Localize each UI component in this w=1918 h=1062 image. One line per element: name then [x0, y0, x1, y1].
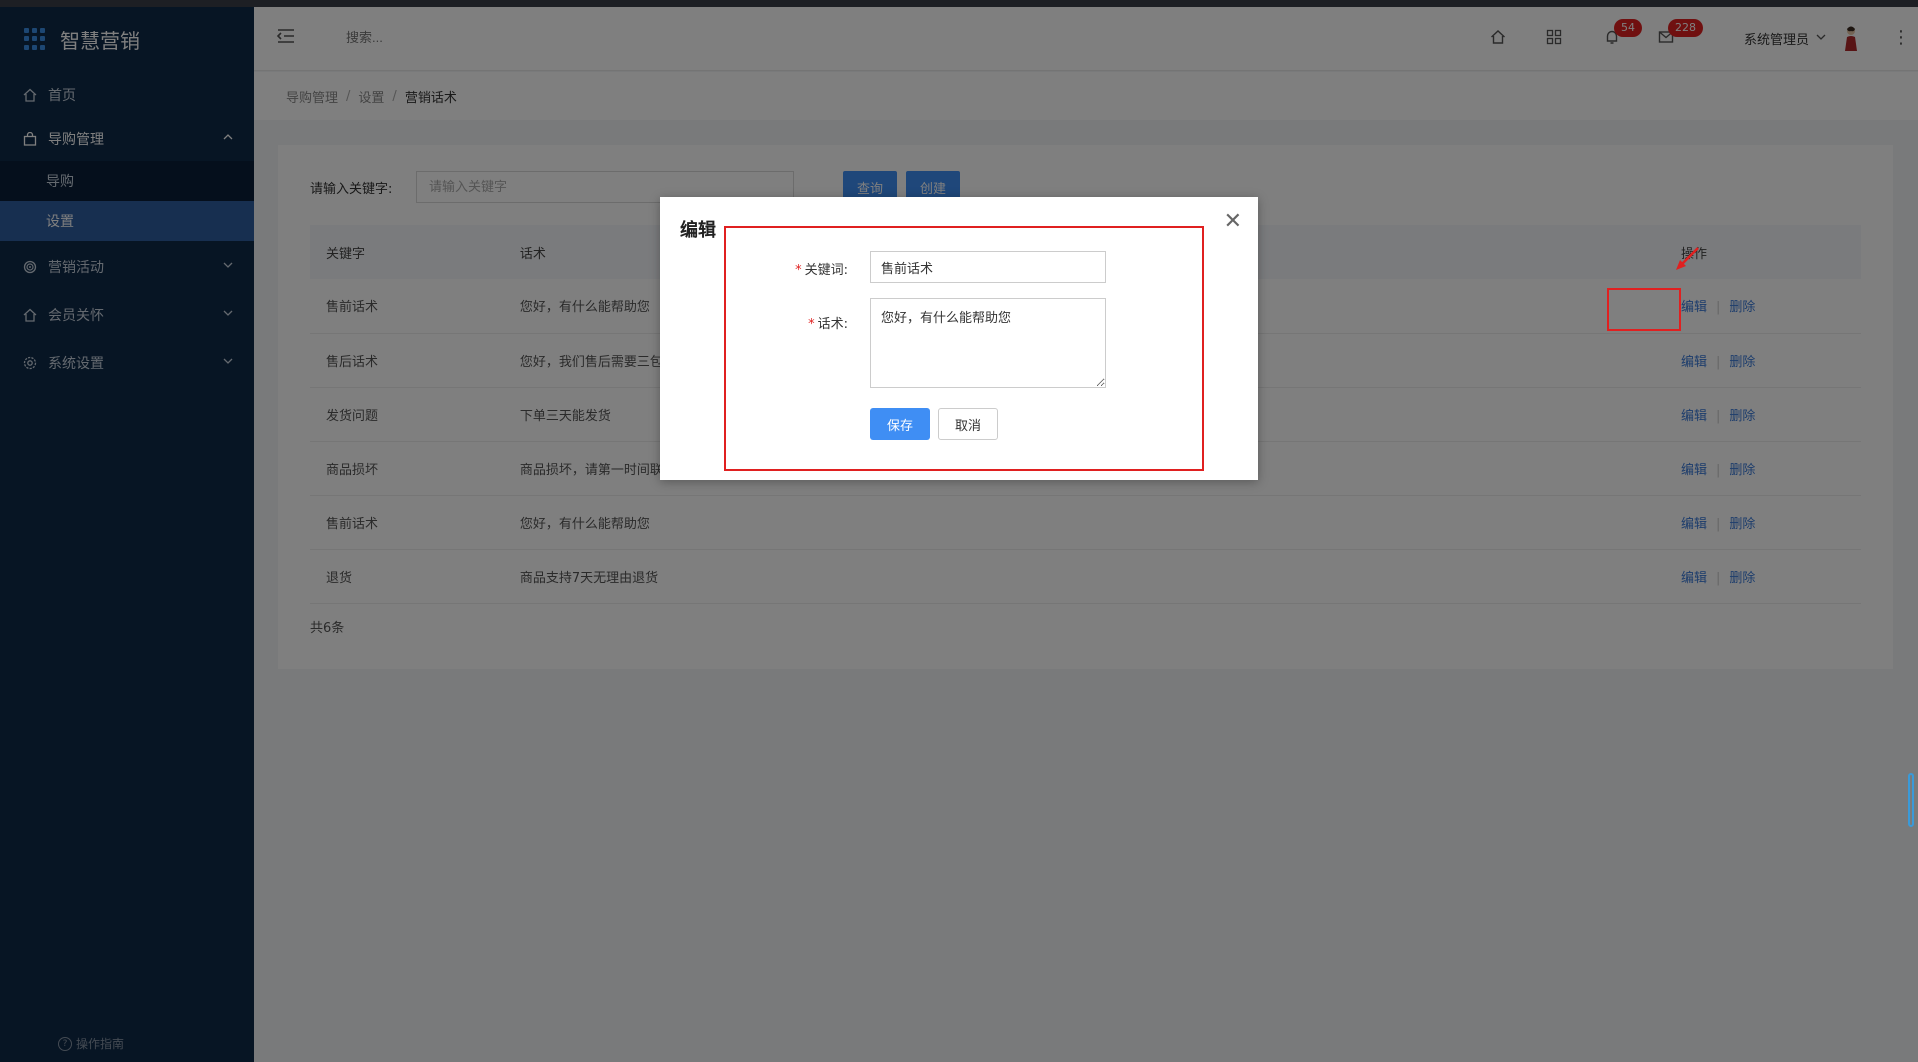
script-field-label: * 话术:	[768, 313, 848, 332]
scrollbar-thumb[interactable]	[1908, 773, 1914, 827]
script-textarea[interactable]: 您好，有什么能帮助您	[870, 298, 1106, 388]
modal-overlay[interactable]	[0, 0, 1918, 1062]
keyword-label-text: 关键词:	[804, 263, 848, 278]
edit-link-highlight-box	[1607, 288, 1681, 331]
keyword-field-label: * 关键词:	[768, 259, 848, 278]
cancel-button[interactable]: 取消	[938, 408, 998, 440]
save-button[interactable]: 保存	[870, 408, 930, 440]
required-mark: *	[808, 317, 815, 332]
close-icon[interactable]: ✕	[1224, 209, 1242, 234]
keyword-field[interactable]	[870, 251, 1106, 283]
required-mark: *	[795, 263, 802, 278]
dialog-title: 编辑	[680, 220, 716, 241]
script-label-text: 话术:	[817, 317, 848, 332]
pointer-arrow-icon	[1672, 244, 1702, 278]
edit-dialog: 编辑 ✕ *关键词: *话术: 您好，有什么能帮助您 保存 取消	[660, 197, 1258, 480]
